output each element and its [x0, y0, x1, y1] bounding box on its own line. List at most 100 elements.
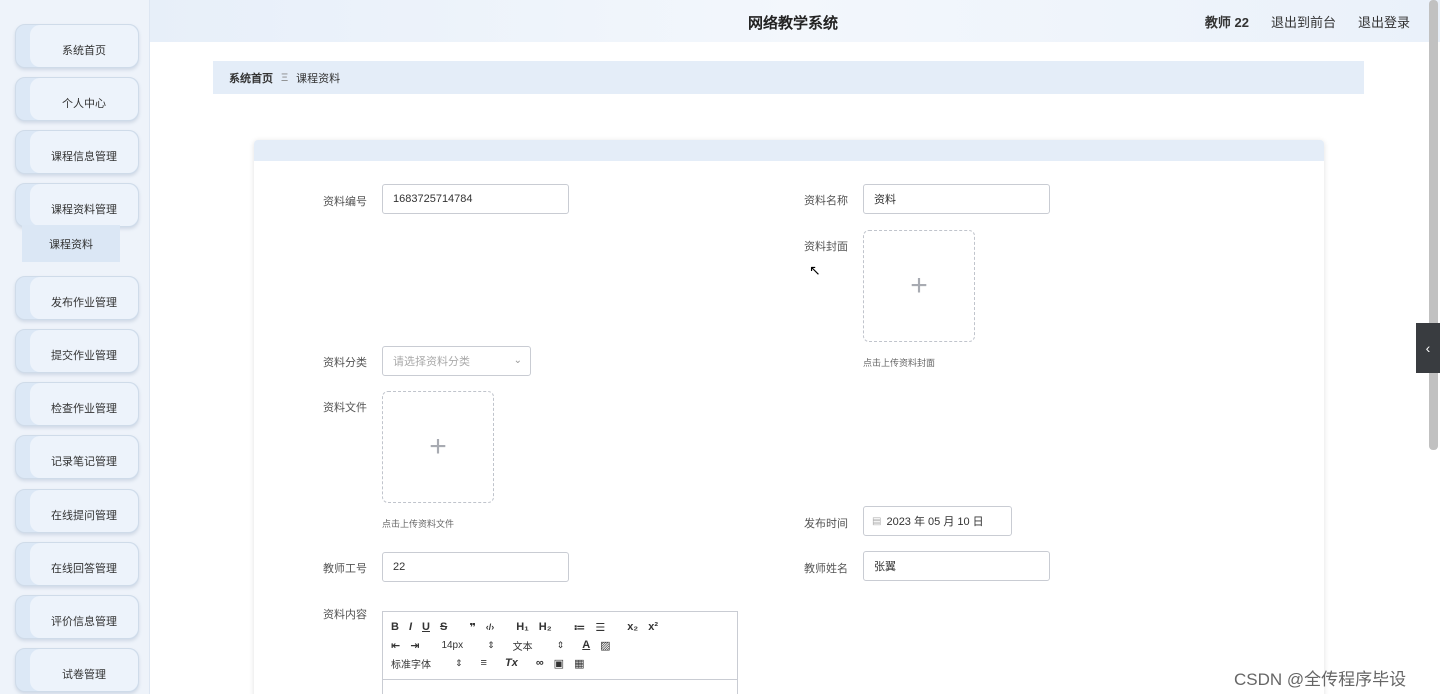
clear-format-icon[interactable]: Tx [505, 657, 518, 669]
mouse-cursor-icon: ↖ [809, 262, 821, 278]
toolbar-row-3: 标准字体 ⇕ ≡ Tx ∞ ▣ ▦ [391, 654, 729, 672]
header-links: 教师 22 退出到前台 退出登录 [1205, 12, 1410, 31]
publish-date-value: 2023 年 05 月 10 日 [886, 516, 984, 528]
publish-label: 发布时间 [804, 518, 848, 530]
category-select[interactable]: 请选择资料分类 ⌄ [382, 346, 531, 376]
file-hint: 点击上传资料文件 [382, 519, 455, 529]
sidebar-item-label: 检查作业管理 [30, 383, 138, 425]
link-icon[interactable]: ∞ [536, 657, 544, 669]
calendar-icon: ▤ [872, 515, 882, 527]
sidebar-item-course-info[interactable]: 课程信息管理 [15, 130, 139, 174]
subscript-button[interactable]: x₂ [627, 621, 638, 633]
side-panel-toggle[interactable]: ‹ [1416, 323, 1440, 373]
sidebar-item-profile[interactable]: 个人中心 [15, 77, 139, 121]
name-label: 资料名称 [804, 195, 848, 207]
sidebar-item-label: 课程资料管理 [30, 184, 138, 226]
sidebar-item-notes[interactable]: 记录笔记管理 [15, 435, 139, 479]
h2-button[interactable]: H₂ [539, 621, 552, 633]
toolbar-row-1: B I U S ❞ ‹/› H₁ H₂ ≔ ☰ x₂ x² [391, 618, 729, 636]
breadcrumb-separator: Ξ [281, 71, 289, 84]
breadcrumb: 系统首页 Ξ 课程资料 [213, 61, 1364, 94]
indent-icon[interactable]: ⇥ [410, 639, 419, 652]
plus-icon: + [429, 430, 447, 463]
watermark: CSDN @全传程序毕设 [1234, 670, 1407, 689]
sidebar-item-label: 在线提问管理 [30, 490, 138, 532]
blockquote-button[interactable]: ❞ [469, 621, 475, 634]
back-to-front-link[interactable]: 退出到前台 [1271, 12, 1336, 31]
sidebar-item-submit-homework[interactable]: 提交作业管理 [15, 329, 139, 373]
teacher-name-label: 教师姓名 [804, 563, 848, 575]
sidebar-item-answers[interactable]: 在线回答管理 [15, 542, 139, 586]
sidebar-item-label: 试卷管理 [30, 649, 138, 691]
editor-toolbar: B I U S ❞ ‹/› H₁ H₂ ≔ ☰ x₂ x² ⇤ ⇥ 14px ⇕… [383, 612, 737, 680]
underline-button[interactable]: U [422, 621, 430, 633]
teacher-no-input[interactable]: 22 [382, 552, 569, 582]
sidebar-item-label: 系统首页 [30, 25, 138, 67]
cover-hint: 点击上传资料封面 [863, 358, 936, 368]
align-icon[interactable]: ≡ [481, 657, 487, 669]
select-arrow-icon: ⇕ [487, 639, 495, 650]
category-label: 资料分类 [323, 357, 367, 369]
sidebar-item-home[interactable]: 系统首页 [15, 24, 139, 68]
chevron-down-icon: ⌄ [513, 355, 522, 366]
cover-upload[interactable]: + [863, 230, 975, 342]
teacher-name-input[interactable]: 张翼 [863, 551, 1050, 581]
text-type-select[interactable]: 文本 [513, 638, 533, 653]
code-label: 资料编号 [323, 196, 367, 208]
outdent-icon[interactable]: ⇤ [391, 639, 400, 652]
sidebar: 系统首页 个人中心 课程信息管理 课程资料管理 课程资料 发布作业管理 提交作业… [0, 0, 150, 694]
code-button[interactable]: ‹/› [486, 622, 495, 632]
ordered-list-button[interactable]: ≔ [574, 621, 586, 634]
teacher-no-label: 教师工号 [323, 563, 367, 575]
breadcrumb-home[interactable]: 系统首页 [229, 70, 273, 86]
category-placeholder: 请选择资料分类 [393, 356, 470, 368]
form-card: 资料编号 1683725714784 资料名称 资料 资料封面 + 点击上传资料… [254, 140, 1324, 694]
sidebar-item-course-material[interactable]: 课程资料管理 [15, 183, 139, 227]
h1-button[interactable]: H₁ [516, 621, 529, 633]
image-icon[interactable]: ▣ [554, 657, 564, 670]
app-title: 网络教学系统 [748, 15, 839, 32]
bullet-list-button[interactable]: ☰ [595, 621, 605, 634]
sidebar-item-label: 课程信息管理 [30, 131, 138, 173]
font-family-select[interactable]: 标准字体 [391, 656, 431, 671]
video-icon[interactable]: ▦ [574, 657, 584, 670]
toolbar-row-2: ⇤ ⇥ 14px ⇕ 文本 ⇕ A ▨ [391, 636, 729, 654]
name-input[interactable]: 资料 [863, 184, 1050, 214]
select-arrow-icon: ⇕ [455, 657, 463, 668]
current-user: 教师 22 [1204, 15, 1249, 30]
code-input[interactable]: 1683725714784 [382, 184, 569, 214]
cover-label: 资料封面 [804, 241, 848, 253]
file-label: 资料文件 [323, 402, 367, 414]
rich-text-editor: B I U S ❞ ‹/› H₁ H₂ ≔ ☰ x₂ x² ⇤ ⇥ 14px ⇕… [382, 611, 738, 694]
sidebar-item-label: 提交作业管理 [30, 330, 138, 372]
publish-date-input[interactable]: ▤ 2023 年 05 月 10 日 [863, 506, 1012, 536]
strike-button[interactable]: S [440, 621, 447, 633]
superscript-button[interactable]: x² [648, 621, 658, 633]
sidebar-item-exam[interactable]: 试卷管理 [15, 648, 139, 692]
font-size-select[interactable]: 14px [441, 640, 463, 651]
page-scrollbar[interactable] [1429, 0, 1438, 450]
select-arrow-icon: ⇕ [556, 639, 565, 650]
sidebar-item-evaluation[interactable]: 评价信息管理 [15, 595, 139, 639]
plus-icon: + [910, 269, 928, 302]
sidebar-item-label: 评价信息管理 [30, 596, 138, 638]
card-header [254, 140, 1324, 161]
sidebar-item-label: 个人中心 [30, 78, 138, 120]
logout-link[interactable]: 退出登录 [1358, 12, 1410, 31]
sidebar-item-questions[interactable]: 在线提问管理 [15, 489, 139, 533]
bold-button[interactable]: B [391, 621, 399, 633]
file-upload[interactable]: + [382, 391, 494, 503]
sidebar-item-label: 记录笔记管理 [30, 436, 138, 478]
sidebar-subitem-course-material[interactable]: 课程资料 [22, 225, 120, 262]
italic-button[interactable]: I [409, 621, 412, 633]
font-color-icon[interactable]: A [582, 639, 590, 651]
background-color-icon[interactable]: ▨ [600, 639, 610, 652]
top-header: 网络教学系统 教师 22 退出到前台 退出登录 [150, 0, 1440, 42]
sidebar-item-check-homework[interactable]: 检查作业管理 [15, 382, 139, 426]
content-label: 资料内容 [323, 609, 367, 621]
sidebar-item-publish-homework[interactable]: 发布作业管理 [15, 276, 139, 320]
chevron-left-icon: ‹ [1425, 340, 1431, 356]
breadcrumb-current: 课程资料 [296, 72, 341, 85]
sidebar-item-label: 在线回答管理 [30, 543, 138, 585]
sidebar-item-label: 发布作业管理 [30, 277, 138, 319]
